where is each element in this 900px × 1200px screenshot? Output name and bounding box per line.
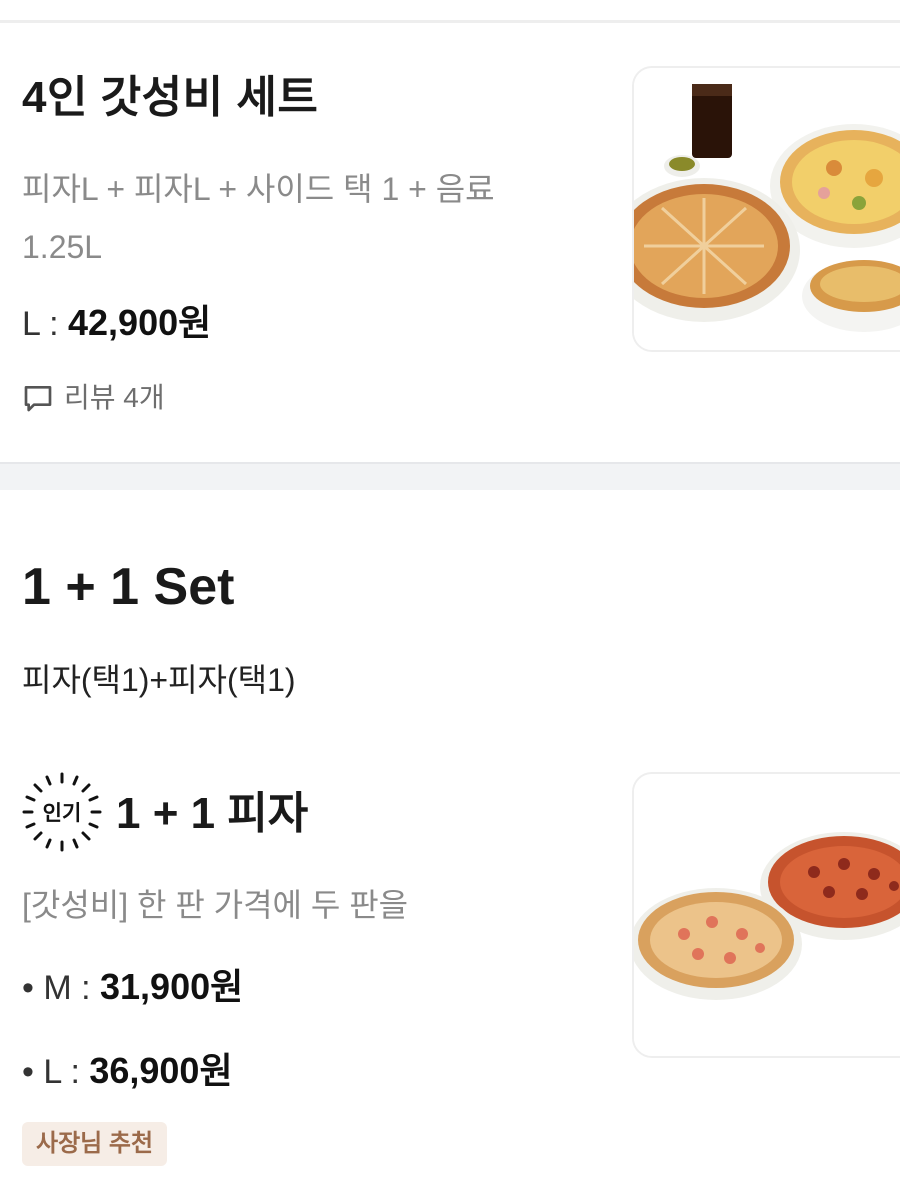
price-large: • L : 36,900원 [22, 1046, 233, 1097]
menu-item-description: [갓성비] 한 판 가격에 두 판을 [22, 887, 409, 923]
popular-badge-label: 인기 [42, 802, 82, 825]
set-price: L : 42,900원 [22, 298, 211, 349]
section-divider [0, 462, 900, 490]
set-price-label: L : [22, 305, 68, 343]
price-medium-label: • M : [22, 969, 101, 1007]
owner-recommend-tag: 사장님 추천 [22, 1122, 168, 1166]
set-price-value: 42,900원 [68, 302, 212, 343]
set-menu-image[interactable] [632, 66, 900, 352]
section-title: 1 + 1 Set [22, 558, 235, 616]
review-count: 리뷰 4개 [64, 382, 165, 413]
price-large-value: 36,900원 [89, 1050, 233, 1091]
price-large-label: • L : [22, 1053, 90, 1091]
top-divider [0, 20, 900, 23]
price-medium: • M : 31,900원 [22, 962, 243, 1013]
review-link[interactable]: 리뷰 4개 [22, 378, 165, 418]
section-description: 피자(택1)+피자(택1) [22, 662, 296, 698]
menu-item-image[interactable] [632, 772, 900, 1058]
price-medium-value: 31,900원 [100, 966, 244, 1007]
chat-bubble-icon [24, 386, 52, 412]
menu-item-title: 1 + 1 피자 [116, 789, 309, 838]
set-description: 피자L + 피자L + 사이드 택 1 + 음료 1.25L [22, 171, 495, 265]
set-title: 4인 갓성비 세트 [22, 73, 319, 122]
popular-badge: 인기 [20, 770, 104, 854]
